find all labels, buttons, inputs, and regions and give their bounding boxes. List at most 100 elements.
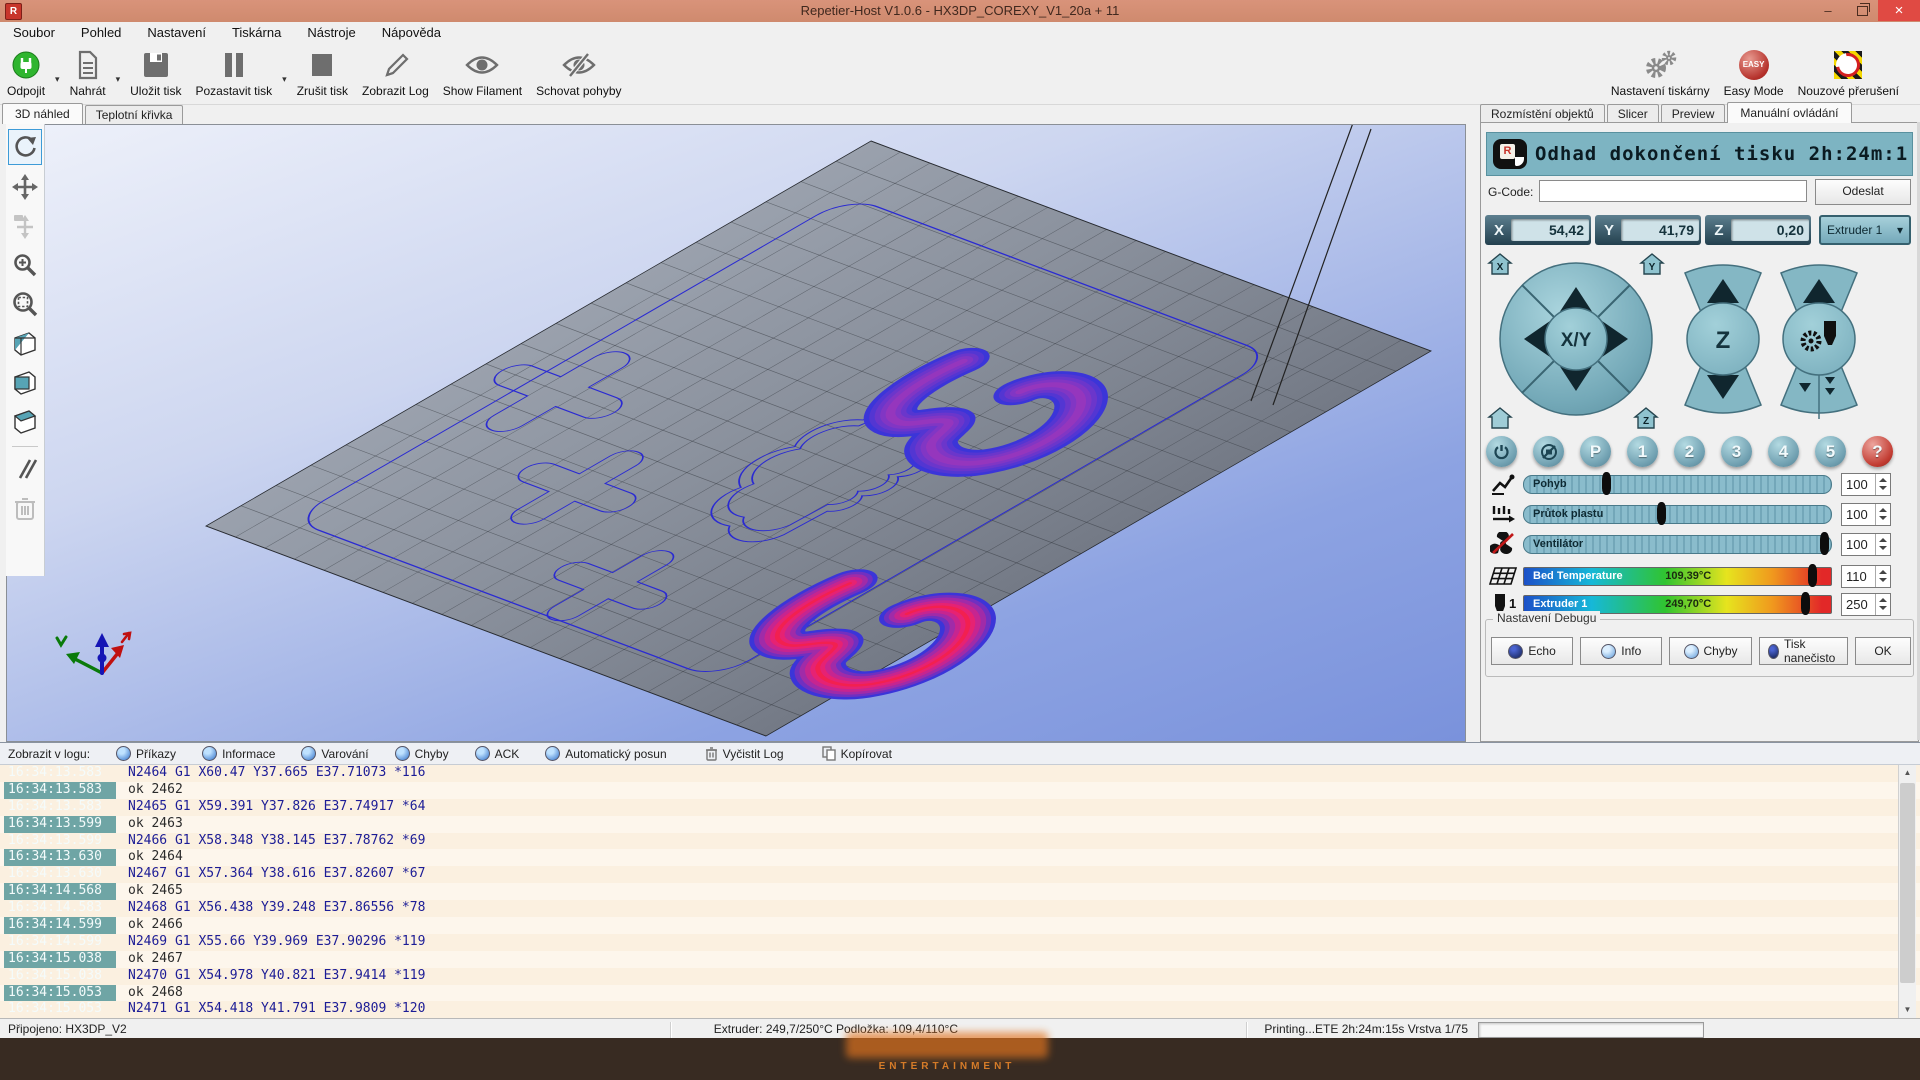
log-output[interactable]: 16:34:13.583 N2464 G1 X60.47 Y37.665 E37… [0, 765, 1920, 1018]
motors-off-button[interactable] [1533, 436, 1564, 467]
help-button[interactable]: ? [1862, 436, 1893, 467]
log-filter-toggle[interactable]: Informace [202, 746, 275, 761]
extruder-select[interactable]: Extruder 1 ▾ [1819, 215, 1911, 245]
led-icon [1508, 644, 1523, 659]
spinner-arrows[interactable] [1875, 594, 1890, 615]
menu-pohled[interactable]: Pohled [68, 22, 134, 44]
home-all-button[interactable] [1489, 408, 1511, 428]
debug-info-button[interactable]: Info [1580, 637, 1662, 665]
temp-thumb[interactable] [1801, 592, 1810, 615]
chevron-down-icon[interactable]: ▾ [52, 74, 63, 85]
debug-errors-button[interactable]: Chyby [1669, 637, 1751, 665]
home-z-button[interactable]: Z [1635, 408, 1657, 428]
load-button[interactable]: Nahrát [63, 44, 113, 104]
debug-ok-button[interactable]: OK [1855, 637, 1911, 665]
move-view-button[interactable] [9, 170, 41, 204]
home-x-button[interactable]: X [1489, 254, 1511, 274]
show-filament-button[interactable]: Show Filament [436, 44, 529, 104]
home-y-button[interactable]: Y [1641, 254, 1663, 274]
xy-pad[interactable]: X/Y [1500, 263, 1652, 415]
preset-1-button[interactable]: 1 [1627, 436, 1658, 467]
tab-3d-view[interactable]: 3D náhled [2, 103, 83, 124]
emergency-stop-button[interactable]: Nouzové přerušení [1791, 44, 1906, 104]
log-scrollbar[interactable]: ▲ ▼ [1898, 765, 1916, 1018]
bed-temp-spinner[interactable]: 110 [1841, 565, 1891, 588]
bed-temperature-bar[interactable]: Bed Temperature 109,39°C [1523, 567, 1832, 586]
slider-thumb[interactable] [1820, 532, 1829, 555]
tab-preview[interactable]: Preview [1661, 104, 1726, 123]
slider-thumb[interactable] [1657, 502, 1666, 525]
debug-dry-run-button[interactable]: Tisk nanečisto [1759, 637, 1848, 665]
led-icon [545, 746, 560, 761]
gcode-label: G-Code: [1488, 185, 1533, 199]
speed-spinner[interactable]: 100 [1841, 473, 1891, 496]
copy-log-button[interactable]: Kopírovat [822, 746, 892, 761]
spinner-arrows[interactable] [1875, 504, 1890, 525]
flow-slider[interactable]: Průtok plastu [1523, 505, 1832, 524]
preset-3-button[interactable]: 3 [1721, 436, 1752, 467]
save-print-button[interactable]: Uložit tisk [123, 44, 188, 104]
disconnect-button[interactable]: Odpojit [0, 44, 52, 104]
menu-tiskarna[interactable]: Tiskárna [219, 22, 294, 44]
fan-slider[interactable]: Ventilátor [1523, 535, 1832, 554]
log-filter-toggle[interactable]: Varování [301, 746, 368, 761]
log-filter-toggle[interactable]: Příkazy [116, 746, 176, 761]
log-filter-toggle[interactable]: Chyby [395, 746, 449, 761]
3d-viewport[interactable] [6, 124, 1466, 742]
show-log-button[interactable]: Zobrazit Log [355, 44, 436, 104]
slider-thumb[interactable] [1602, 472, 1611, 495]
menu-nastroje[interactable]: Nástroje [294, 22, 368, 44]
fit-view-button[interactable] [9, 287, 41, 321]
zoom-button[interactable] [9, 248, 41, 282]
hide-travel-moves-button[interactable]: Schovat pohyby [529, 44, 628, 104]
preset-2-button[interactable]: 2 [1674, 436, 1705, 467]
scroll-up-icon[interactable]: ▲ [1899, 765, 1916, 781]
fan-spinner[interactable]: 100 [1841, 533, 1891, 556]
spinner-arrows[interactable] [1875, 474, 1890, 495]
tab-object-placement[interactable]: Rozmístění objektů [1480, 104, 1605, 123]
power-button[interactable] [1486, 436, 1517, 467]
front-view-button[interactable] [9, 365, 41, 399]
preset-4-button[interactable]: 4 [1768, 436, 1799, 467]
restore-button[interactable] [1846, 0, 1878, 21]
park-button[interactable]: P [1580, 436, 1611, 467]
tab-manual-control[interactable]: Manuální ovládání [1727, 102, 1851, 123]
speed-slider[interactable]: Pohyb [1523, 475, 1832, 494]
isometric-view-button[interactable] [9, 326, 41, 360]
minimize-button[interactable]: – [1812, 0, 1844, 21]
parallel-projection-button[interactable] [9, 452, 41, 486]
scrollbar-thumb[interactable] [1900, 783, 1915, 983]
preset-5-button[interactable]: 5 [1815, 436, 1846, 467]
pause-print-button[interactable]: Pozastavit tisk [188, 44, 279, 104]
move-object-button[interactable] [9, 209, 41, 243]
spinner-arrows[interactable] [1875, 566, 1890, 587]
close-button[interactable]: × [1878, 0, 1920, 21]
log-filter-toggle[interactable]: Automatický posun [545, 746, 666, 761]
chevron-down-icon[interactable]: ▾ [279, 74, 290, 85]
send-gcode-button[interactable]: Odeslat [1815, 179, 1911, 205]
extruder-control[interactable] [1781, 265, 1857, 419]
chevron-down-icon[interactable]: ▾ [113, 74, 124, 85]
easy-mode-button[interactable]: EASY Easy Mode [1717, 44, 1791, 104]
clear-log-button[interactable]: Vyčistit Log [705, 746, 784, 761]
printer-settings-button[interactable]: Nastavení tiskárny [1604, 44, 1717, 104]
menu-napoveda[interactable]: Nápověda [369, 22, 454, 44]
flow-spinner[interactable]: 100 [1841, 503, 1891, 526]
log-filter-toggle[interactable]: ACK [475, 746, 520, 761]
scroll-down-icon[interactable]: ▼ [1899, 1002, 1916, 1018]
top-view-button[interactable] [9, 404, 41, 438]
delete-object-button[interactable] [9, 491, 41, 525]
extruder-temp-spinner[interactable]: 250 [1841, 593, 1891, 616]
spinner-arrows[interactable] [1875, 534, 1890, 555]
debug-echo-button[interactable]: Echo [1491, 637, 1573, 665]
z-control[interactable]: Z [1685, 265, 1761, 413]
rotate-view-button[interactable] [8, 129, 42, 165]
stop-print-button[interactable]: Zrušit tisk [290, 44, 355, 104]
log-message: N2464 G1 X60.47 Y37.665 E37.71073 *116 [128, 765, 425, 782]
tab-temperature-curve[interactable]: Teplotní křivka [85, 105, 184, 124]
temp-thumb[interactable] [1808, 564, 1817, 587]
menu-soubor[interactable]: Soubor [0, 22, 68, 44]
menu-nastaveni[interactable]: Nastavení [134, 22, 219, 44]
gcode-input[interactable] [1539, 180, 1807, 202]
tab-slicer[interactable]: Slicer [1607, 104, 1659, 123]
